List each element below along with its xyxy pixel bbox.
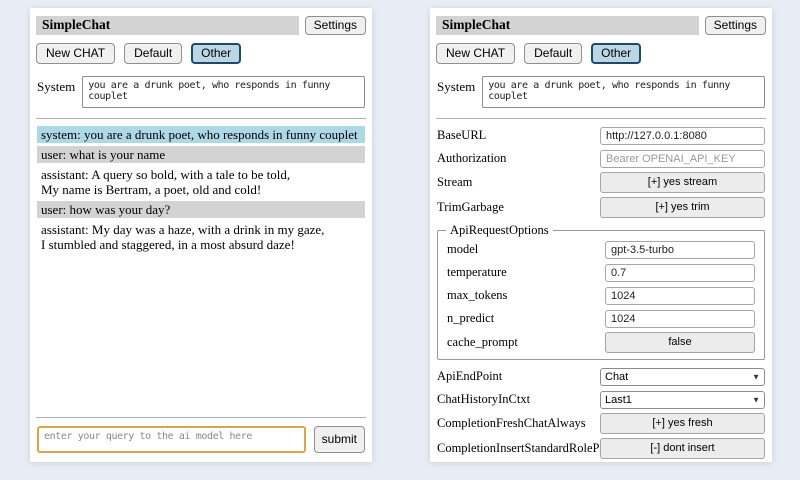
tab-other[interactable]: Other (591, 43, 641, 64)
model-label: model (447, 242, 605, 257)
setting-row-baseurl: BaseURL (437, 126, 765, 145)
setting-row-authorization: Authorization (437, 149, 765, 168)
app-title: SimpleChat (436, 16, 699, 35)
chat-panel: SimpleChat Settings New CHAT Default Oth… (30, 8, 372, 462)
cache-prompt-toggle-button[interactable]: false (605, 332, 755, 353)
divider (36, 417, 366, 418)
system-prompt-input[interactable]: you are a drunk poet, who responds in fu… (82, 76, 365, 108)
settings-button[interactable]: Settings (305, 16, 366, 35)
chat-session-tabs: New CHAT Default Other (36, 43, 366, 64)
cache-prompt-label: cache_prompt (447, 335, 605, 350)
tab-default[interactable]: Default (124, 43, 182, 64)
n-predict-label: n_predict (447, 311, 605, 326)
api-request-options-fieldset: ApiRequestOptions model temperature max_… (437, 223, 765, 360)
model-input[interactable] (605, 241, 755, 259)
chat-message-system: system: you are a drunk poet, who respon… (37, 126, 365, 143)
setting-row-completion-fresh: CompletionFreshChatAlways [+] yes fresh (437, 413, 765, 434)
divider (36, 118, 366, 119)
api-request-options-legend: ApiRequestOptions (446, 223, 553, 238)
submit-button[interactable]: submit (314, 426, 365, 453)
tab-default[interactable]: Default (524, 43, 582, 64)
app-title: SimpleChat (36, 16, 299, 35)
system-prompt-row: System you are a drunk poet, who respond… (437, 76, 765, 108)
stage: SimpleChat Settings New CHAT Default Oth… (0, 0, 800, 462)
tab-other[interactable]: Other (191, 43, 241, 64)
setting-row-temperature: temperature (447, 263, 755, 282)
setting-row-trimgarbage: TrimGarbage [+] yes trim (437, 197, 765, 218)
authorization-input[interactable] (600, 150, 765, 168)
setting-row-max-tokens: max_tokens (447, 286, 755, 305)
settings-panel: SimpleChat Settings New CHAT Default Oth… (430, 8, 772, 462)
system-prompt-row: System you are a drunk poet, who respond… (37, 76, 365, 108)
baseurl-input[interactable] (600, 127, 765, 145)
system-prompt-input[interactable]: you are a drunk poet, who responds in fu… (482, 76, 765, 108)
system-label: System (437, 76, 475, 108)
chat-message-user: user: how was your day? (37, 201, 365, 218)
system-label: System (37, 76, 75, 108)
max-tokens-input[interactable] (605, 287, 755, 305)
setting-row-model: model (447, 240, 755, 259)
api-endpoint-label: ApiEndPoint (437, 369, 600, 384)
chat-session-tabs: New CHAT Default Other (436, 43, 766, 64)
completion-fresh-label: CompletionFreshChatAlways (437, 416, 600, 431)
setting-row-api-endpoint: ApiEndPoint Chat ▼ (437, 367, 765, 386)
header: SimpleChat Settings (36, 16, 366, 35)
header: SimpleChat Settings (436, 16, 766, 35)
completion-fresh-toggle-button[interactable]: [+] yes fresh (600, 413, 765, 434)
n-predict-input[interactable] (605, 310, 755, 328)
baseurl-label: BaseURL (437, 128, 600, 143)
setting-row-cache-prompt: cache_prompt false (447, 332, 755, 353)
authorization-label: Authorization (437, 151, 600, 166)
query-row: submit (36, 425, 366, 456)
trimgarbage-label: TrimGarbage (437, 200, 600, 215)
setting-row-completion-insert: CompletionInsertStandardRolePrefix [-] d… (437, 438, 765, 459)
chat-history-select[interactable]: Last1 (600, 391, 765, 409)
settings-button[interactable]: Settings (705, 16, 766, 35)
stream-toggle-button[interactable]: [+] yes stream (600, 172, 765, 193)
stream-label: Stream (437, 175, 600, 190)
temperature-label: temperature (447, 265, 605, 280)
setting-row-chat-history: ChatHistoryInCtxt Last1 ▼ (437, 390, 765, 409)
divider (436, 118, 766, 119)
completion-insert-label: CompletionInsertStandardRolePrefix (437, 441, 600, 456)
new-chat-button[interactable]: New CHAT (436, 43, 515, 64)
spacer (36, 256, 366, 415)
chat-message-assistant: assistant: My day was a haze, with a dri… (37, 221, 365, 253)
chat-history-label: ChatHistoryInCtxt (437, 392, 600, 407)
setting-row-n-predict: n_predict (447, 309, 755, 328)
chat-messages: system: you are a drunk poet, who respon… (36, 126, 366, 256)
trimgarbage-toggle-button[interactable]: [+] yes trim (600, 197, 765, 218)
chat-message-user: user: what is your name (37, 146, 365, 163)
new-chat-button[interactable]: New CHAT (36, 43, 115, 64)
temperature-input[interactable] (605, 264, 755, 282)
max-tokens-label: max_tokens (447, 288, 605, 303)
chat-message-assistant: assistant: A query so bold, with a tale … (37, 166, 365, 198)
query-input[interactable] (37, 426, 306, 453)
completion-insert-toggle-button[interactable]: [-] dont insert (600, 438, 765, 459)
api-endpoint-select[interactable]: Chat (600, 368, 765, 386)
setting-row-stream: Stream [+] yes stream (437, 172, 765, 193)
